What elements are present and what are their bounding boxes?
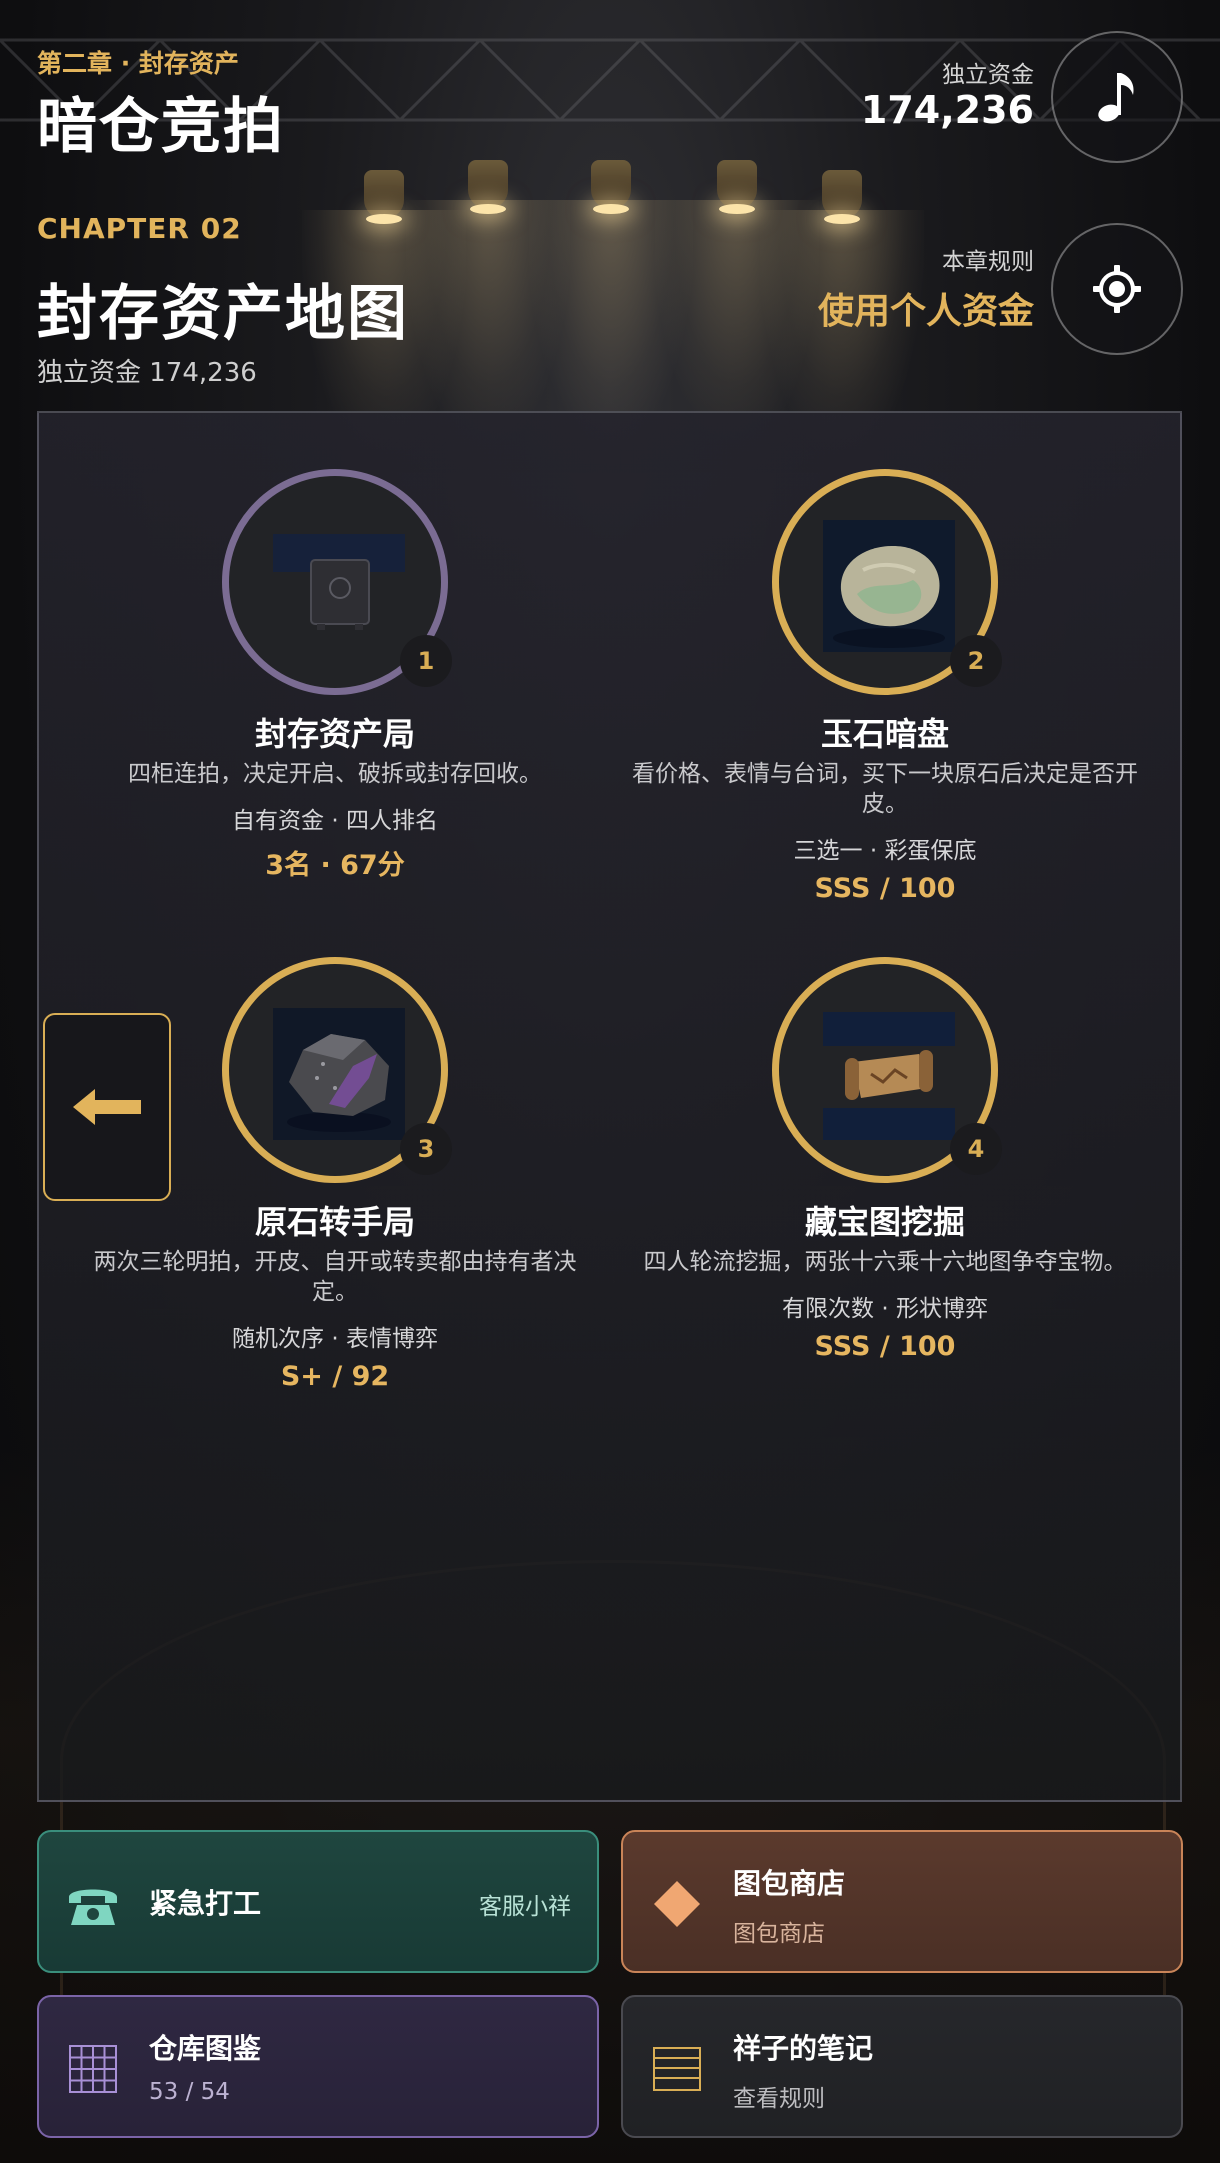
warehouse-catalog-card[interactable]: 仓库图鉴 53 / 54 bbox=[37, 1995, 599, 2138]
telephone-icon bbox=[65, 1876, 121, 1932]
jade-stone-icon bbox=[823, 520, 955, 652]
node-description: 看价格、表情与台词，买下一块原石后决定是否开皮。 bbox=[632, 761, 1138, 817]
node-number-badge: 4 bbox=[950, 1123, 1002, 1175]
map-node-2[interactable]: 2 玉石暗盘 看价格、表情与台词，买下一块原石后决定是否开皮。 三选一 · 彩蛋… bbox=[605, 469, 1165, 904]
node-score: S+ / 92 bbox=[280, 1361, 390, 1392]
card-title: 图包商店 bbox=[733, 1867, 846, 1900]
node-score: 3名 · 67分 bbox=[265, 850, 405, 881]
node-title: 原石转手局 bbox=[254, 1203, 415, 1241]
node-number-badge: 1 bbox=[400, 635, 452, 687]
card-subtitle: 图包商店 bbox=[733, 1921, 825, 1947]
stage-spotlight bbox=[302, 170, 466, 450]
map-title: 封存资产地图 bbox=[37, 279, 409, 349]
stage-spotlight bbox=[655, 160, 819, 440]
safe-icon bbox=[273, 534, 405, 630]
node-meta: 三选一 · 彩蛋保底 bbox=[793, 838, 977, 864]
settings-gear-icon bbox=[1093, 265, 1141, 313]
chapter-label: CHAPTER 02 bbox=[37, 212, 242, 245]
card-title: 紧急打工 bbox=[149, 1887, 262, 1920]
xiangzi-notes-card[interactable]: 祥子的笔记 查看规则 bbox=[621, 1995, 1183, 2138]
stage-spotlight bbox=[760, 170, 924, 450]
raw-ore-icon bbox=[273, 1008, 405, 1140]
node-meta: 有限次数 · 形状博弈 bbox=[782, 1296, 988, 1322]
app-title: 暗仓竞拍 bbox=[37, 92, 285, 162]
stage-spotlight bbox=[529, 160, 693, 440]
music-note-icon bbox=[1098, 73, 1134, 122]
card-title: 祥子的笔记 bbox=[733, 2032, 874, 2065]
node-meta: 随机次序 · 表情博弈 bbox=[232, 1326, 438, 1352]
card-subtitle: 客服小祥 bbox=[479, 1894, 571, 1920]
treasure-map-icon bbox=[823, 1012, 955, 1140]
node-title: 玉石暗盘 bbox=[820, 715, 949, 753]
node-score: SSS / 100 bbox=[814, 873, 956, 904]
node-title: 藏宝图挖掘 bbox=[804, 1203, 965, 1241]
grid-icon bbox=[65, 2041, 121, 2097]
node-description: 四柜连拍，决定开启、破拆或封存回收。 bbox=[128, 761, 542, 787]
chapter-subtitle: 第二章 · 封存资产 bbox=[37, 49, 239, 78]
node-description: 两次三轮明拍，开皮、自开或转卖都由持有者决定。 bbox=[93, 1249, 577, 1305]
emergency-work-card[interactable]: 紧急打工 客服小祥 bbox=[37, 1830, 599, 1973]
node-number-badge: 2 bbox=[950, 635, 1002, 687]
settings-button[interactable] bbox=[1051, 223, 1183, 355]
card-subtitle: 查看规则 bbox=[733, 2086, 825, 2112]
pack-shop-card[interactable]: 图包商店 图包商店 bbox=[621, 1830, 1183, 1973]
card-subtitle: 53 / 54 bbox=[149, 2079, 230, 2105]
map-node-4[interactable]: 4 藏宝图挖掘 四人轮流挖掘，两张十六乘十六地图争夺宝物。 有限次数 · 形状博… bbox=[605, 957, 1165, 1362]
node-description: 四人轮流挖掘，两张十六乘十六地图争夺宝物。 bbox=[643, 1249, 1127, 1275]
node-title: 封存资产局 bbox=[254, 715, 415, 753]
rule-label: 本章规则 bbox=[942, 249, 1034, 275]
node-score: SSS / 100 bbox=[814, 1331, 956, 1362]
map-node-1[interactable]: 1 封存资产局 四柜连拍，决定开启、破拆或封存回收。 自有资金 · 四人排名 3… bbox=[55, 469, 615, 882]
node-meta: 自有资金 · 四人排名 bbox=[232, 808, 438, 834]
diamond-icon bbox=[649, 1876, 705, 1932]
stage-spotlight bbox=[406, 160, 570, 440]
fund-value: 174,236 bbox=[860, 88, 1034, 132]
rule-value: 使用个人资金 bbox=[817, 291, 1034, 332]
node-number-badge: 3 bbox=[400, 1123, 452, 1175]
fund-label: 独立资金 bbox=[942, 62, 1034, 88]
notebook-icon bbox=[649, 2041, 705, 2097]
back-button[interactable] bbox=[43, 1013, 171, 1201]
card-title: 仓库图鉴 bbox=[149, 2032, 262, 2065]
sub-fund-text: 独立资金 174,236 bbox=[37, 358, 257, 388]
arrow-left-icon bbox=[73, 1089, 141, 1125]
music-button[interactable] bbox=[1051, 31, 1183, 163]
